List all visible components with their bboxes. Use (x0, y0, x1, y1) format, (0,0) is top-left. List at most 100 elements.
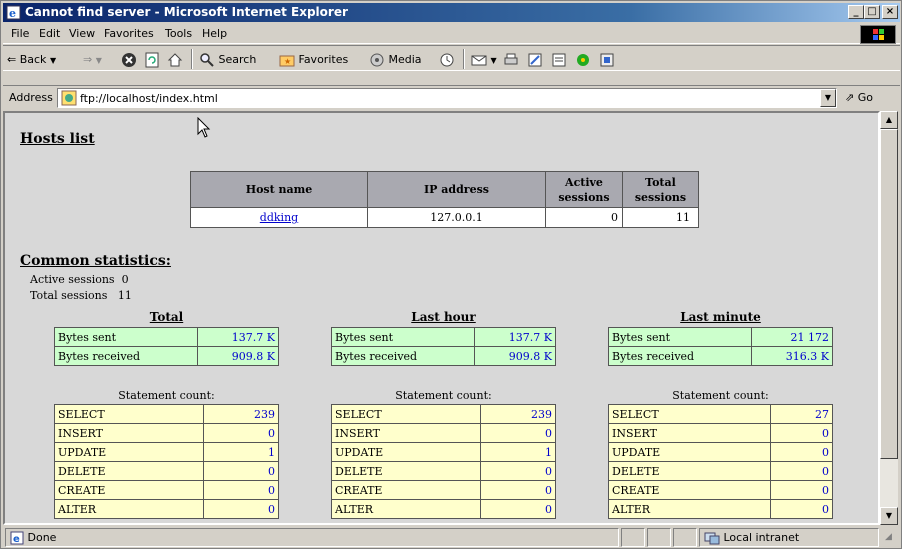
mail-icon (471, 55, 487, 66)
table-row: Bytes received 316.3 K (607, 346, 833, 366)
menu-view[interactable]: View (69, 27, 95, 40)
menu-tools[interactable]: Tools (165, 27, 192, 40)
go-button[interactable]: ⇗ Go (845, 91, 873, 104)
edit-button[interactable] (527, 51, 543, 68)
refresh-button[interactable] (144, 51, 160, 68)
minimize-button[interactable]: _ (848, 5, 864, 19)
table-row: Bytes sent 21 172 (607, 327, 833, 347)
discuss-icon (552, 53, 566, 67)
stmt-value: 0 (479, 461, 557, 481)
table-row: Bytes received 909.8 K (330, 346, 556, 366)
stmt-label: INSERT (331, 423, 481, 443)
research-button[interactable] (599, 51, 615, 68)
back-arrow-icon: ⇐ (7, 53, 17, 66)
svg-text:e: e (13, 534, 20, 545)
statement-table-total: SELECT 239 INSERT 0 UPDATE 1 DELETE 0 CREATE… (54, 404, 280, 519)
stmt-label: SELECT (331, 404, 481, 424)
table-row: ALTER 0 (331, 499, 557, 519)
page-icon (61, 90, 77, 106)
table-row: INSERT 0 (331, 423, 557, 443)
table-row: INSERT 0 (54, 423, 280, 443)
forward-button[interactable]: ⇒ ▼ (83, 51, 102, 68)
resize-grip-icon[interactable]: ◢ (885, 532, 897, 544)
table-row: ALTER 0 (54, 499, 280, 519)
address-input[interactable]: ftp://localhost/index.html ▼ (57, 88, 837, 108)
go-arrow-icon: ⇗ (845, 91, 855, 104)
maximize-button[interactable]: □ (864, 5, 880, 19)
forward-arrow-icon: ⇒ (83, 53, 93, 66)
messenger-button[interactable] (575, 51, 591, 68)
stmt-value: 0 (202, 499, 280, 519)
address-url: ftp://localhost/index.html (80, 92, 218, 105)
total-cell: 11 (622, 207, 699, 228)
search-button[interactable]: Search (199, 51, 256, 68)
bytes-sent-value: 21 172 (751, 327, 833, 347)
statement-count-title: Statement count: (672, 389, 769, 402)
host-cell: ddking (190, 207, 368, 228)
history-button[interactable] (439, 51, 455, 68)
ip-cell: 127.0.0.1 (367, 207, 546, 228)
table-row: DELETE 0 (607, 461, 833, 481)
stmt-value: 0 (202, 423, 280, 443)
menu-bar: File Edit View Favorites Tools Help (3, 24, 900, 44)
home-button[interactable] (167, 51, 183, 68)
close-button[interactable]: × (882, 5, 898, 19)
media-icon (370, 53, 384, 67)
group-title-total: Total (149, 310, 184, 324)
menu-favorites[interactable]: Favorites (104, 27, 154, 40)
stmt-label: UPDATE (54, 442, 204, 462)
hosts-table: Host name IP address Active sessions Tot… (190, 171, 699, 228)
table-row: CREATE 0 (331, 480, 557, 500)
print-button[interactable] (503, 51, 519, 68)
bytes-received-value: 316.3 K (751, 346, 833, 366)
host-link[interactable]: ddking (260, 211, 298, 224)
edit-icon (528, 53, 542, 67)
local-intranet-icon (704, 532, 720, 545)
title-bar[interactable]: e Cannot find server - Microsoft Interne… (3, 3, 900, 22)
table-row: ddking 127.0.0.1 0 11 (190, 207, 699, 228)
menu-edit[interactable]: Edit (39, 27, 60, 40)
table-row: CREATE 0 (607, 480, 833, 500)
col-ip-address: IP address (367, 171, 546, 208)
favorites-button[interactable]: ★ Favorites (279, 51, 348, 68)
media-button[interactable]: Media (369, 51, 422, 68)
group-title-last-hour: Last hour (411, 310, 476, 324)
table-row: CREATE 0 (54, 480, 280, 500)
bytes-sent-value: 137.7 K (197, 327, 279, 347)
page-content[interactable]: Hosts list Host name IP address Active s… (3, 111, 880, 525)
status-panel (673, 528, 697, 547)
table-row: SELECT 239 (54, 404, 280, 424)
svg-text:e: e (9, 7, 16, 20)
stmt-value: 0 (770, 423, 833, 443)
statement-table-last-hour: SELECT 239 INSERT 0 UPDATE 1 DELETE 0 CREATE… (331, 404, 557, 519)
stmt-value: 239 (202, 404, 280, 424)
stop-button[interactable] (121, 51, 137, 68)
stmt-label: INSERT (54, 423, 204, 443)
scroll-thumb[interactable] (880, 129, 898, 459)
vertical-scrollbar[interactable]: ▲ ▼ (880, 111, 898, 525)
menu-help[interactable]: Help (202, 27, 227, 40)
research-icon (600, 53, 614, 67)
discuss-button[interactable] (551, 51, 567, 68)
stmt-label: UPDATE (331, 442, 481, 462)
table-row: Bytes sent 137.7 K (330, 327, 556, 347)
stmt-value: 239 (479, 404, 557, 424)
menu-file[interactable]: File (11, 27, 29, 40)
stmt-value: 0 (479, 480, 557, 500)
mail-button[interactable]: ▼ (471, 51, 497, 68)
table-row: DELETE 0 (331, 461, 557, 481)
status-text: Done (27, 531, 57, 544)
messenger-icon (577, 54, 589, 66)
back-button[interactable]: ⇐ Back ▼ (7, 51, 56, 68)
address-dropdown-button[interactable]: ▼ (820, 89, 836, 107)
total-sessions-line: Total sessions 11 (30, 289, 132, 302)
scroll-down-button[interactable]: ▼ (880, 507, 898, 525)
stmt-value: 0 (770, 442, 833, 462)
stmt-label: ALTER (607, 499, 772, 519)
table-row: SELECT 239 (331, 404, 557, 424)
scroll-up-button[interactable]: ▲ (880, 111, 898, 129)
stmt-value: 0 (202, 480, 280, 500)
stmt-label: INSERT (607, 423, 772, 443)
statement-count-title: Statement count: (395, 389, 492, 402)
active-cell: 0 (545, 207, 623, 228)
